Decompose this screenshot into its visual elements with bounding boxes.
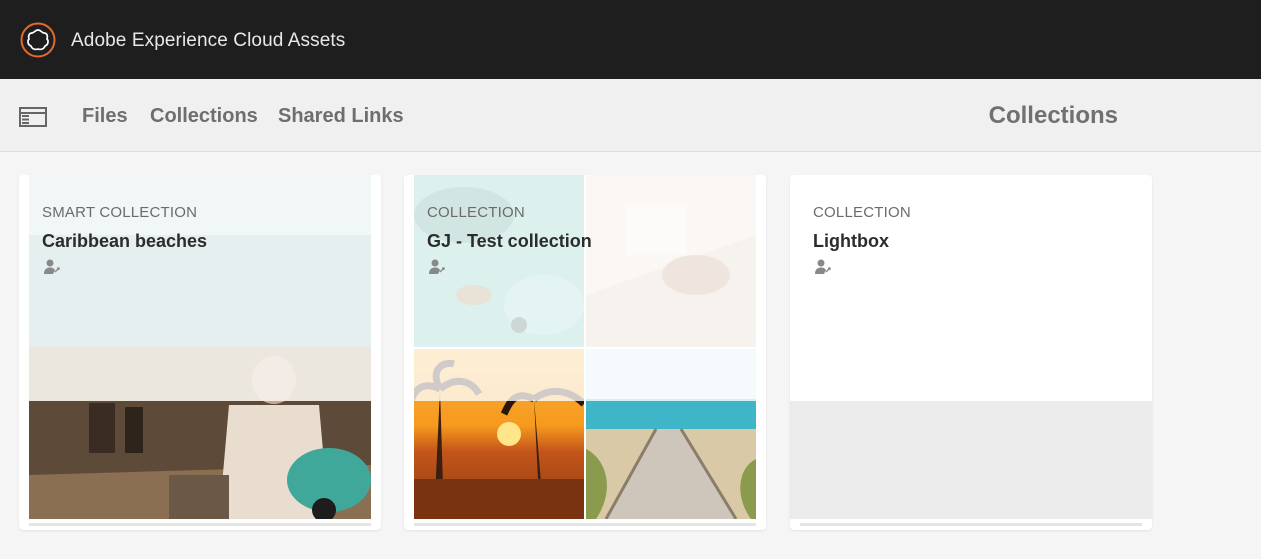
nav-link-shared-links[interactable]: Shared Links	[278, 105, 404, 128]
collection-card-lightbox[interactable]: COLLECTION Lightbox	[790, 175, 1152, 530]
user-shared-icon	[429, 259, 445, 274]
user-shared-icon	[815, 259, 831, 274]
collection-type-label: COLLECTION	[427, 204, 525, 221]
top-header: Adobe Experience Cloud Assets	[0, 0, 1261, 79]
collection-type-label: SMART COLLECTION	[42, 204, 198, 221]
empty-thumbnail-area	[790, 401, 1152, 519]
collection-title[interactable]: Caribbean beaches	[42, 231, 207, 252]
adobe-experience-cloud-logo-icon[interactable]	[20, 22, 56, 58]
collection-type-label: COLLECTION	[813, 204, 911, 221]
user-shared-icon	[44, 259, 60, 274]
collection-title[interactable]: Lightbox	[813, 231, 889, 252]
navigation-bar: Files Collections Shared Links Collectio…	[0, 79, 1261, 152]
nav-link-collections[interactable]: Collections	[150, 105, 258, 128]
page-title: Collections	[988, 102, 1118, 129]
app-title: Adobe Experience Cloud Assets	[71, 30, 346, 51]
collection-card-gj-test[interactable]: COLLECTION GJ - Test collection	[404, 175, 766, 530]
nav-link-files[interactable]: Files	[82, 105, 128, 128]
collection-title[interactable]: GJ - Test collection	[427, 231, 592, 252]
collection-card-caribbean-beaches[interactable]: SMART COLLECTION Caribbean beaches	[19, 175, 381, 530]
side-rail-toggle-icon[interactable]	[19, 107, 47, 127]
